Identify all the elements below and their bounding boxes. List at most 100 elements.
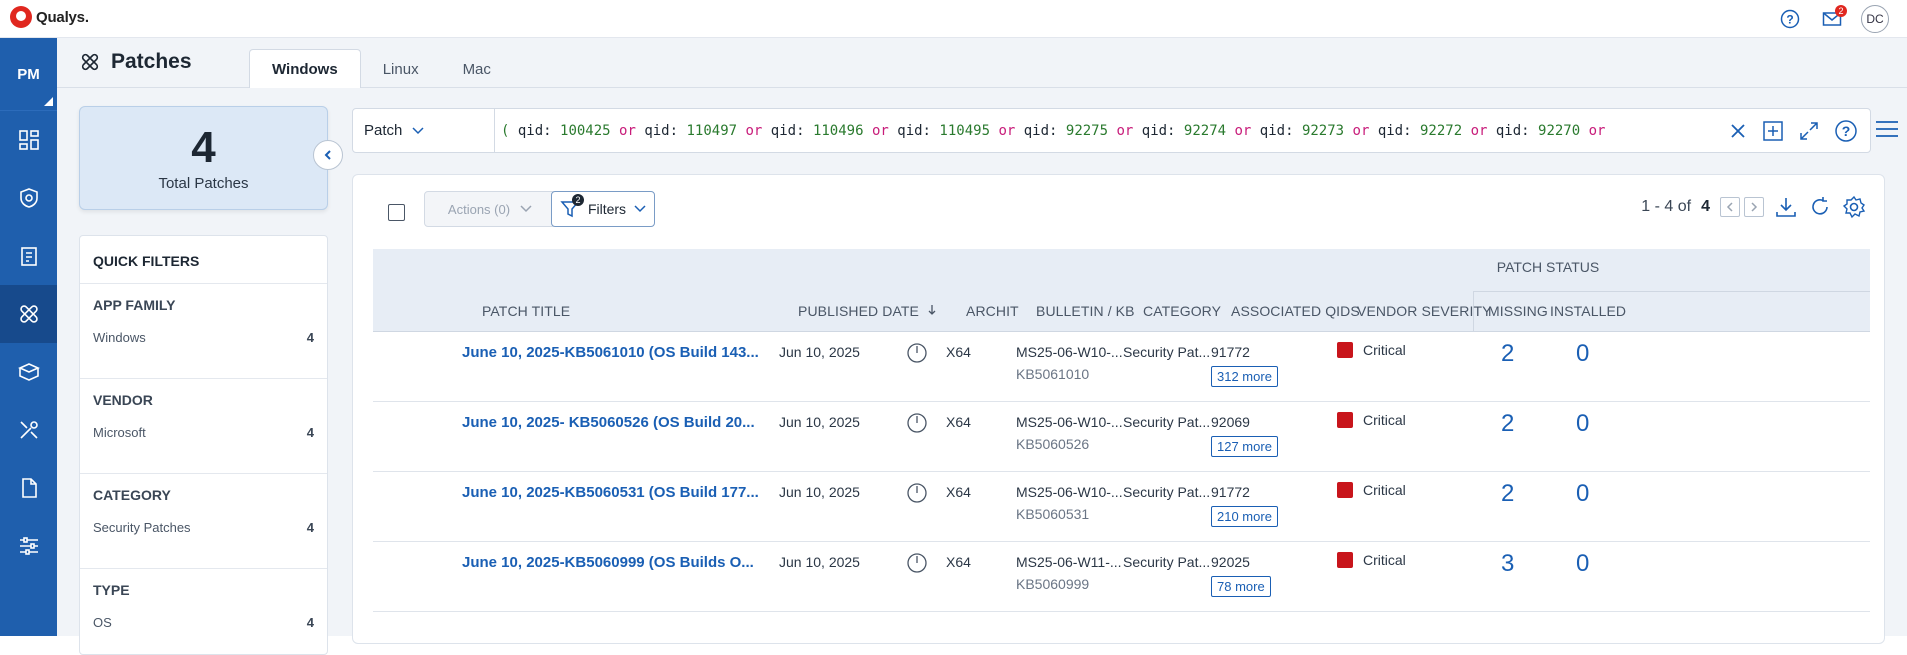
qualys-logo[interactable]: Qualys. bbox=[10, 6, 89, 28]
col-bulletin-kb[interactable]: BULLETIN / KB bbox=[1036, 303, 1135, 319]
more-qids-button[interactable]: 210 more bbox=[1211, 506, 1278, 527]
sub-header: Patches Windows Linux Mac bbox=[57, 38, 1907, 89]
clear-query-icon[interactable] bbox=[1728, 121, 1748, 141]
sliders-icon bbox=[19, 537, 38, 555]
col-associated-qids[interactable]: ASSOCIATED QIDS bbox=[1231, 303, 1360, 319]
more-qids-button[interactable]: 312 more bbox=[1211, 366, 1278, 387]
query-input[interactable]: ( qid: 100425 or qid: 110497 or qid: 110… bbox=[495, 123, 1728, 139]
download-icon[interactable] bbox=[1774, 195, 1798, 219]
power-icon[interactable] bbox=[906, 412, 928, 437]
missing-count-link[interactable]: 2 bbox=[1501, 410, 1514, 438]
nav-jobs[interactable] bbox=[0, 227, 57, 285]
filter-group-category: CATEGORY Security Patches 4 bbox=[80, 474, 327, 569]
tab-windows[interactable]: Windows bbox=[249, 49, 361, 89]
mail-badge: 2 bbox=[1835, 5, 1847, 17]
filter-item-microsoft[interactable]: Microsoft 4 bbox=[93, 425, 314, 440]
pagination: 1 - 4 of 4 bbox=[1641, 195, 1866, 219]
more-qids-button[interactable]: 127 more bbox=[1211, 436, 1278, 457]
query-key: qid: bbox=[897, 122, 940, 139]
gear-icon[interactable] bbox=[1842, 195, 1866, 219]
hamburger-menu-button[interactable] bbox=[1875, 119, 1899, 144]
mail-icon[interactable]: 2 bbox=[1819, 5, 1847, 32]
filter-item-os[interactable]: OS 4 bbox=[93, 615, 314, 630]
qid-value: 92025 bbox=[1211, 554, 1250, 570]
filters-button[interactable]: 2 Filters bbox=[551, 191, 655, 227]
patch-title-link[interactable]: June 10, 2025-KB5060531 (OS Build 177... bbox=[462, 484, 759, 501]
add-query-icon[interactable] bbox=[1762, 120, 1784, 142]
query-type-select[interactable]: Patch bbox=[353, 109, 495, 152]
table-row[interactable]: June 10, 2025-KB5060999 (OS Builds O... … bbox=[373, 542, 1870, 612]
bulletin-id: MS25-06-W10-... bbox=[1016, 344, 1123, 360]
missing-count-link[interactable]: 2 bbox=[1501, 480, 1514, 508]
col-installed[interactable]: INSTALLED bbox=[1550, 303, 1626, 319]
col-patch-title[interactable]: PATCH TITLE bbox=[482, 303, 570, 319]
power-icon[interactable] bbox=[906, 552, 928, 577]
table-row[interactable]: June 10, 2025-KB5061010 (OS Build 143...… bbox=[373, 332, 1870, 402]
query-qid: 92272 bbox=[1419, 122, 1471, 139]
kb-id: KB5060999 bbox=[1016, 576, 1090, 592]
power-icon[interactable] bbox=[906, 342, 928, 367]
collapse-panel-button[interactable] bbox=[313, 140, 343, 170]
prev-page-button[interactable] bbox=[1720, 197, 1740, 217]
next-page-button[interactable] bbox=[1744, 197, 1764, 217]
filter-item-label: Microsoft bbox=[93, 425, 146, 440]
svg-text:?: ? bbox=[1842, 123, 1851, 139]
filter-item-count: 4 bbox=[306, 425, 314, 440]
filter-item-count: 4 bbox=[306, 520, 314, 535]
help-icon[interactable]: ? bbox=[1777, 6, 1803, 32]
nav-tools[interactable] bbox=[0, 401, 57, 459]
select-all-checkbox[interactable] bbox=[388, 204, 405, 221]
filter-group-title: VENDOR bbox=[93, 392, 153, 408]
missing-count-link[interactable]: 2 bbox=[1501, 340, 1514, 368]
bulletin-cell: MS25-06-W10-... KB5060526 bbox=[1016, 414, 1123, 452]
quick-filters-title: QUICK FILTERS bbox=[80, 236, 327, 284]
table-row[interactable]: June 10, 2025-KB5060531 (OS Build 177...… bbox=[373, 472, 1870, 542]
patch-title-link[interactable]: June 10, 2025-KB5060999 (OS Builds O... bbox=[462, 554, 754, 571]
refresh-icon[interactable] bbox=[1808, 195, 1832, 219]
installed-count-link[interactable]: 0 bbox=[1576, 410, 1589, 438]
col-missing[interactable]: MISSING bbox=[1488, 303, 1548, 319]
nav-reports[interactable] bbox=[0, 459, 57, 517]
nav-settings[interactable] bbox=[0, 517, 57, 575]
installed-count-link[interactable]: 0 bbox=[1576, 550, 1589, 578]
dashboard-icon bbox=[18, 130, 39, 150]
expand-query-icon[interactable] bbox=[1798, 120, 1820, 142]
module-switcher[interactable]: PM bbox=[0, 38, 57, 111]
patch-title-link[interactable]: June 10, 2025- KB5060526 (OS Build 20... bbox=[462, 414, 755, 431]
actions-button[interactable]: Actions (0) bbox=[424, 191, 556, 227]
nav-deployments[interactable] bbox=[0, 343, 57, 401]
table-row[interactable]: June 10, 2025- KB5060526 (OS Build 20...… bbox=[373, 402, 1870, 472]
query-help-icon[interactable]: ? bbox=[1834, 119, 1858, 143]
hamburger-icon bbox=[1876, 121, 1898, 137]
query-qid: 92273 bbox=[1301, 122, 1353, 139]
installed-count-link[interactable]: 0 bbox=[1576, 480, 1589, 508]
filter-item-security-patches[interactable]: Security Patches 4 bbox=[93, 520, 314, 535]
filter-item-label: Security Patches bbox=[93, 520, 191, 535]
query-operator: or bbox=[1588, 122, 1606, 139]
nav-patches[interactable] bbox=[0, 285, 57, 343]
tab-linux[interactable]: Linux bbox=[361, 49, 441, 89]
query-qid: 110496 bbox=[812, 122, 872, 139]
tab-mac[interactable]: Mac bbox=[441, 49, 513, 89]
quick-filters: QUICK FILTERS APP FAMILY Windows 4 VENDO… bbox=[79, 235, 328, 655]
col-category[interactable]: CATEGORY bbox=[1143, 303, 1221, 319]
more-qids-button[interactable]: 78 more bbox=[1211, 576, 1271, 597]
missing-count-link[interactable]: 3 bbox=[1501, 550, 1514, 578]
col-architecture[interactable]: ARCHIT bbox=[966, 303, 1019, 319]
total-patches-card: 4 Total Patches bbox=[79, 106, 328, 210]
power-icon[interactable] bbox=[906, 482, 928, 507]
patch-title-link[interactable]: June 10, 2025-KB5061010 (OS Build 143... bbox=[462, 344, 759, 361]
kb-id: KB5060531 bbox=[1016, 506, 1090, 522]
filter-item-windows[interactable]: Windows 4 bbox=[93, 330, 314, 345]
query-qid: 110497 bbox=[686, 122, 746, 139]
col-vendor-severity[interactable]: VENDOR SEVERITY bbox=[1357, 303, 1492, 319]
kb-id: KB5061010 bbox=[1016, 366, 1090, 382]
nav-dashboard[interactable] bbox=[0, 111, 57, 169]
installed-count-link[interactable]: 0 bbox=[1576, 340, 1589, 368]
nav-assets[interactable] bbox=[0, 169, 57, 227]
shield-gear-icon bbox=[19, 188, 38, 208]
col-published-date[interactable]: PUBLISHED DATE bbox=[798, 303, 937, 319]
user-avatar[interactable]: DC bbox=[1861, 5, 1889, 33]
chevron-down-icon bbox=[634, 205, 646, 213]
query-qid: 92270 bbox=[1538, 122, 1589, 139]
